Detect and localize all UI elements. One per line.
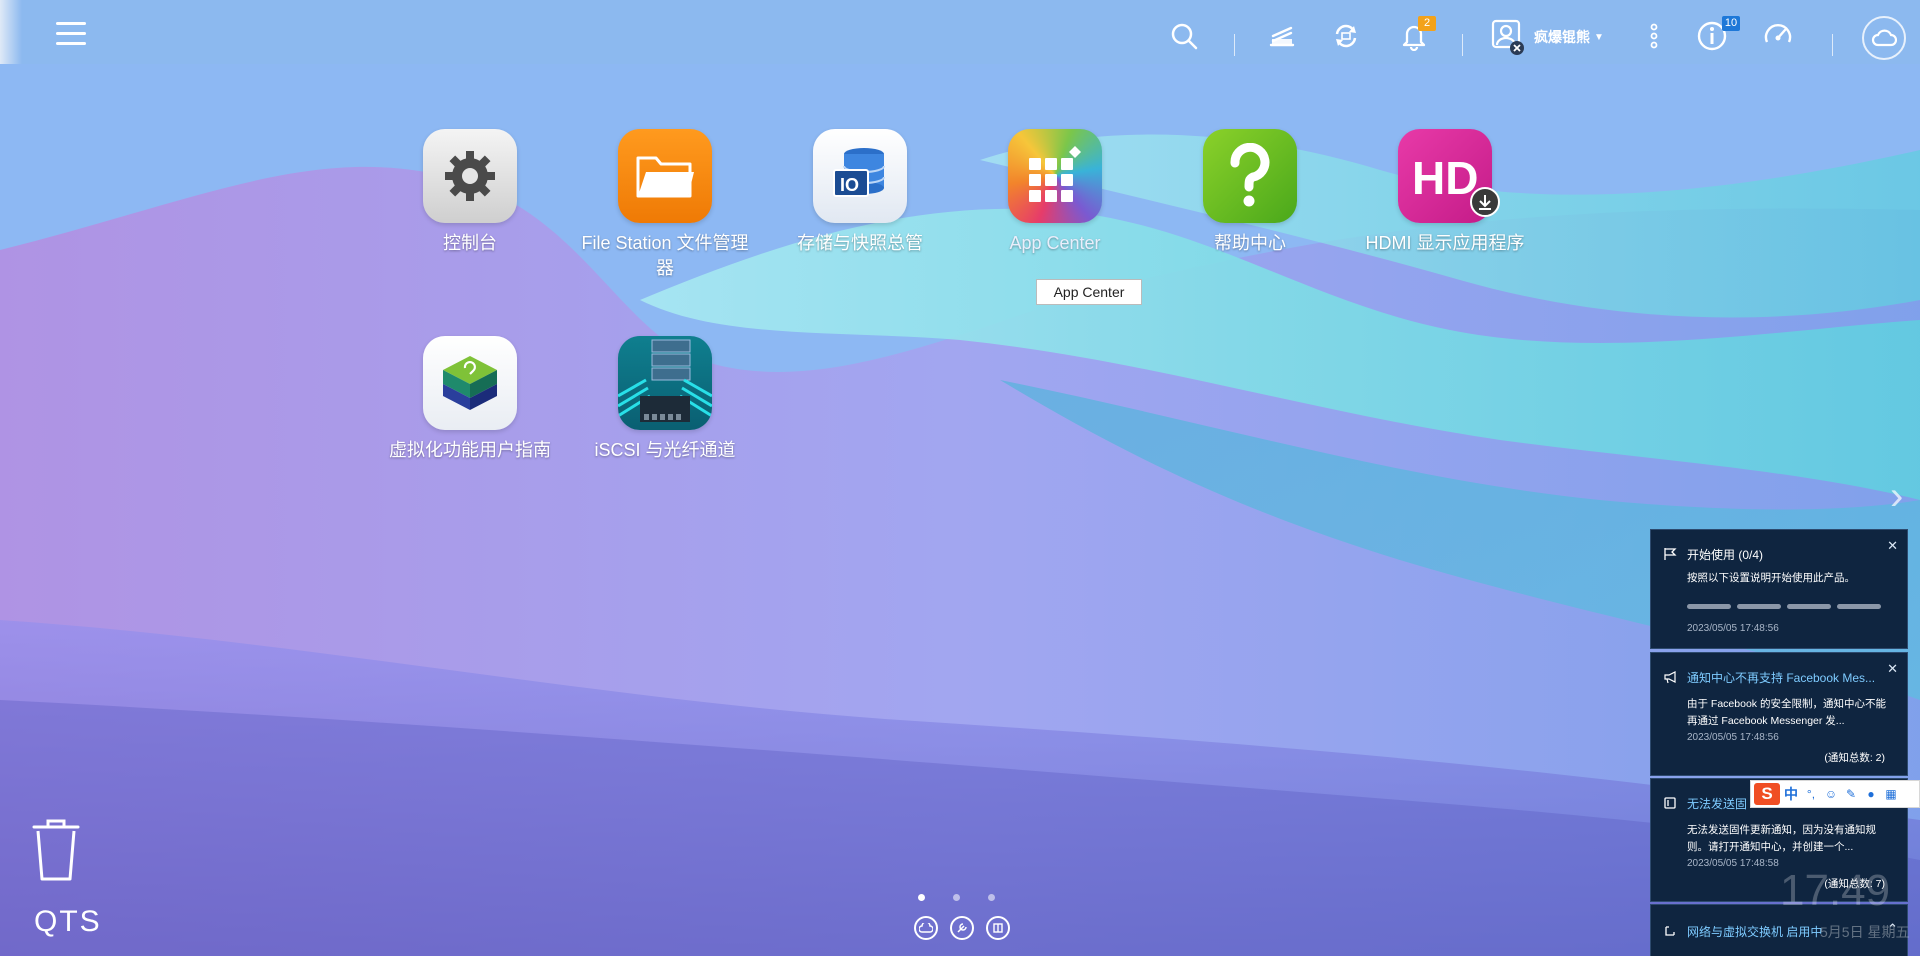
- resource-monitor-button[interactable]: [1760, 18, 1796, 54]
- app-iscsi-fibre-channel[interactable]: iSCSI 与光纤通道: [580, 336, 750, 463]
- close-icon[interactable]: ✕: [1887, 538, 1898, 554]
- app-storage-snapshots[interactable]: IO 存储与快照总管: [775, 129, 945, 256]
- clock-watermark: 17:49: [1780, 866, 1891, 915]
- user-icon: [1491, 19, 1524, 55]
- svg-text:IO: IO: [840, 175, 859, 195]
- ime-toolbar[interactable]: S 中 °, ☺ ✎ ● ▦: [1750, 780, 1920, 808]
- virtualization-icon: [423, 336, 517, 430]
- myqnapcloud-button[interactable]: [1862, 16, 1906, 60]
- more-icon: [1650, 23, 1658, 49]
- username-label: 疯爆锟熊: [1534, 29, 1590, 45]
- sogou-logo-icon: S: [1754, 783, 1780, 805]
- chevron-down-icon: ▼: [1594, 31, 1604, 43]
- page-dot[interactable]: [918, 894, 925, 901]
- user-menu[interactable]: 疯爆锟熊 ▼: [1490, 18, 1604, 56]
- setup-progress: [1687, 604, 1881, 609]
- date-watermark: 5月5日 星期五: [1820, 924, 1910, 940]
- download-icon: [1470, 187, 1500, 217]
- background-task-button[interactable]: [1264, 18, 1300, 54]
- search-icon: [1171, 23, 1198, 50]
- app-control-panel[interactable]: 控制台: [385, 129, 555, 256]
- svg-text:HD: HD: [1412, 152, 1478, 204]
- notification-body: 由于 Facebook 的安全限制，通知中心不能再通过 Facebook Mes…: [1687, 698, 1886, 727]
- search-button[interactable]: [1166, 18, 1202, 54]
- app-label: 虚拟化功能用户指南: [389, 440, 551, 460]
- main-menu-button[interactable]: [56, 22, 86, 50]
- topbar-divider: [1234, 34, 1235, 56]
- tools-shortcut-icon[interactable]: [950, 916, 974, 940]
- app-label: iSCSI 与光纤通道: [594, 440, 736, 460]
- punctuation-icon[interactable]: °,: [1804, 787, 1818, 801]
- app-label: 存储与快照总管: [797, 233, 923, 253]
- sync-button[interactable]: [1328, 18, 1364, 54]
- app-grid-icon: [1008, 129, 1102, 223]
- grid-menu-icon[interactable]: ▦: [1884, 787, 1898, 801]
- firmware-icon: [1664, 797, 1676, 809]
- notification-body: 无法发送固件更新通知，因为没有通知规则。请打开通知中心，并创建一个...: [1687, 824, 1876, 853]
- topbar-divider: [1462, 34, 1463, 56]
- storage-icon: IO: [813, 129, 907, 223]
- notification-card[interactable]: 开始使用 (0/4) ✕ 按照以下设置说明开始使用此产品。 2023/05/05…: [1650, 529, 1908, 649]
- top-bar: [0, 0, 1920, 64]
- notifications-button[interactable]: 2: [1396, 16, 1436, 54]
- page-dot[interactable]: [988, 894, 995, 901]
- more-options-button[interactable]: [1636, 18, 1672, 54]
- notification-count-badge: 2: [1418, 16, 1436, 31]
- app-center-tooltip: App Center: [1036, 279, 1142, 305]
- app-label: HDMI 显示应用程序: [1365, 233, 1525, 253]
- app-file-station[interactable]: File Station 文件管理器: [580, 129, 750, 281]
- help-icon: [1203, 129, 1297, 223]
- dashboard-icon: [1764, 24, 1792, 43]
- notification-time: 2023/05/05 17:48:58: [1687, 858, 1779, 869]
- notification-body: 按照以下设置说明开始使用此产品。: [1687, 572, 1855, 584]
- desktop-wallpaper: [0, 0, 1920, 956]
- app-label: App Center: [1009, 233, 1101, 253]
- app-label: 帮助中心: [1214, 233, 1286, 253]
- sync-icon: [1335, 24, 1357, 48]
- skin-icon[interactable]: ✎: [1844, 787, 1858, 801]
- gear-icon: [423, 129, 517, 223]
- desktop-pagination: [918, 894, 995, 901]
- page-dot[interactable]: [953, 894, 960, 901]
- close-icon[interactable]: ✕: [1887, 661, 1898, 677]
- folder-icon: [618, 129, 712, 223]
- book-shortcut-icon[interactable]: [986, 916, 1010, 940]
- dashboard-shortcuts: [914, 916, 1010, 940]
- system-info-button[interactable]: 10: [1694, 16, 1740, 54]
- iscsi-icon: [618, 336, 712, 430]
- qts-logo: QTS: [34, 905, 102, 938]
- task-icon: [1269, 26, 1295, 47]
- app-label: 控制台: [443, 233, 497, 253]
- info-count-badge: 10: [1722, 16, 1740, 31]
- notification-count: (通知总数: 2): [1824, 752, 1885, 764]
- notification-time: 2023/05/05 17:48:56: [1687, 732, 1779, 743]
- trash-icon[interactable]: [30, 817, 82, 883]
- app-virtualization-guide[interactable]: 虚拟化功能用户指南: [385, 336, 555, 463]
- network-icon: [1665, 926, 1675, 936]
- megaphone-icon: [1664, 671, 1676, 684]
- microphone-icon[interactable]: ●: [1864, 787, 1878, 801]
- notification-time: 2023/05/05 17:48:56: [1687, 623, 1779, 634]
- next-page-arrow-icon[interactable]: ›: [1890, 474, 1903, 519]
- cloud-shortcut-icon[interactable]: [914, 916, 938, 940]
- left-edge-highlight: [0, 0, 22, 64]
- app-help-center[interactable]: 帮助中心: [1165, 129, 1335, 256]
- app-label: File Station 文件管理器: [581, 233, 749, 278]
- app-app-center[interactable]: App Center: [970, 129, 1140, 256]
- notification-title: 通知中心不再支持 Facebook Mes...: [1687, 671, 1876, 685]
- app-hdmi-display[interactable]: HD HDMI 显示应用程序: [1360, 129, 1530, 256]
- flag-icon: [1664, 548, 1677, 560]
- notification-card[interactable]: 通知中心不再支持 Facebook Mes... ✕ 由于 Facebook 的…: [1650, 652, 1908, 776]
- notification-title: 开始使用 (0/4): [1687, 548, 1764, 562]
- topbar-divider: [1832, 34, 1833, 56]
- emoji-icon[interactable]: ☺: [1824, 787, 1838, 801]
- menu-icon: [56, 22, 86, 25]
- hdmi-icon: HD: [1398, 129, 1500, 223]
- ime-mode-label[interactable]: 中: [1784, 784, 1798, 804]
- cloud-icon: [1871, 29, 1897, 47]
